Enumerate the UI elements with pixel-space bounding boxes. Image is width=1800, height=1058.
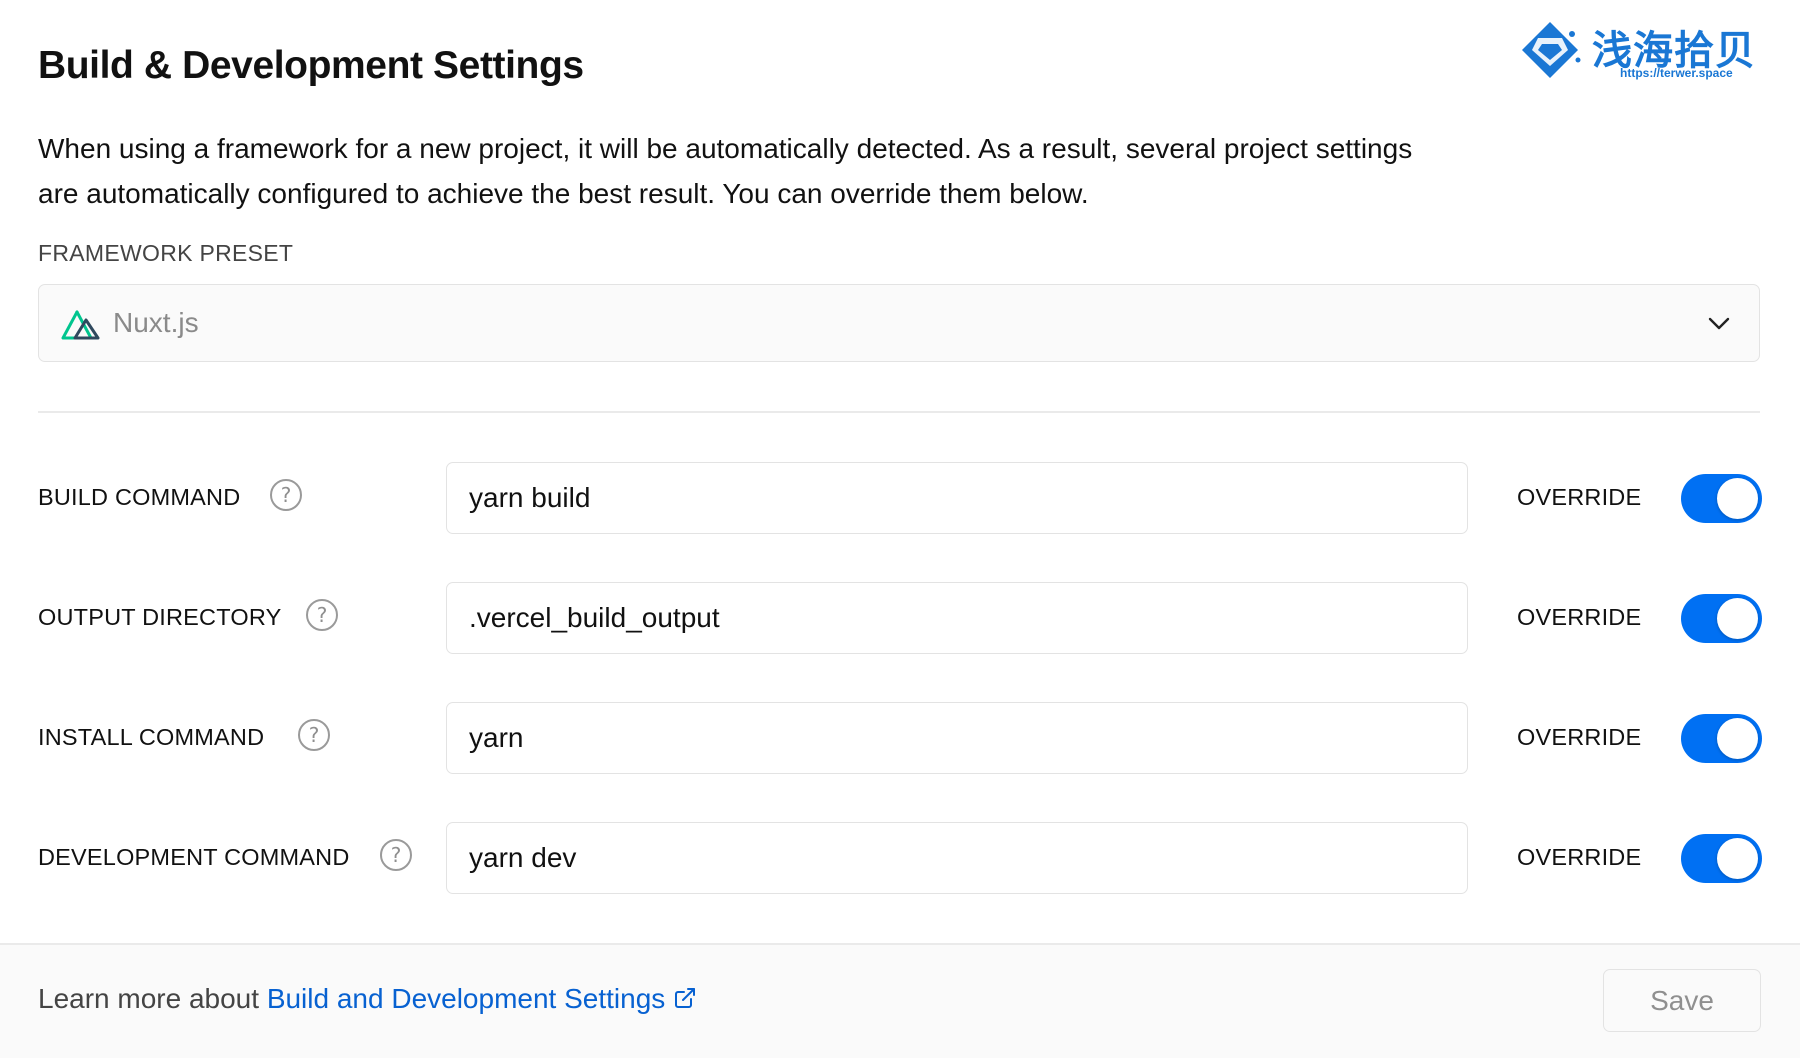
setting-row-install-command: INSTALL COMMAND ? OVERRIDE — [38, 702, 1762, 774]
watermark-logo-icon — [1522, 22, 1581, 78]
help-icon[interactable]: ? — [298, 719, 330, 751]
output-directory-override-toggle[interactable] — [1681, 594, 1762, 643]
override-label: OVERRIDE — [1517, 724, 1642, 750]
setting-row-output-directory: OUTPUT DIRECTORY ? OVERRIDE — [38, 582, 1762, 654]
build-command-override-toggle[interactable] — [1681, 474, 1762, 523]
watermark: 浅海拾贝 https://terwer.space — [1520, 18, 1790, 82]
toggle-knob — [1717, 718, 1758, 759]
toggle-knob — [1717, 478, 1758, 519]
toggle-knob — [1717, 838, 1758, 879]
development-command-input[interactable] — [446, 822, 1468, 894]
footer-prefix: Learn more about — [38, 983, 267, 1014]
watermark-url: https://terwer.space — [1620, 66, 1733, 80]
save-button[interactable]: Save — [1603, 969, 1761, 1032]
help-icon[interactable]: ? — [270, 479, 302, 511]
docs-link-label: Build and Development Settings — [266, 983, 666, 1014]
build-command-label: BUILD COMMAND — [38, 484, 241, 510]
install-command-label: INSTALL COMMAND — [38, 724, 265, 750]
override-label: OVERRIDE — [1517, 844, 1642, 870]
toggle-knob — [1717, 598, 1758, 639]
build-command-input[interactable] — [446, 462, 1468, 534]
override-label: OVERRIDE — [1517, 604, 1642, 630]
output-directory-label: OUTPUT DIRECTORY — [38, 604, 282, 630]
help-icon[interactable]: ? — [380, 839, 412, 871]
chevron-down-icon — [1708, 317, 1730, 330]
external-link-icon — [675, 988, 696, 1008]
help-icon[interactable]: ? — [306, 599, 338, 631]
footer-text: Learn more about Build and Development S… — [38, 983, 697, 1015]
setting-row-build-command: BUILD COMMAND ? OVERRIDE — [38, 462, 1762, 534]
framework-preset-label: FRAMEWORK PRESET — [38, 240, 294, 266]
install-command-override-toggle[interactable] — [1681, 714, 1762, 763]
framework-preset-select[interactable]: Nuxt.js — [38, 284, 1760, 362]
page-title: Build & Development Settings — [38, 44, 584, 87]
output-directory-input[interactable] — [446, 582, 1468, 654]
install-command-input[interactable] — [446, 702, 1468, 774]
development-command-override-toggle[interactable] — [1681, 834, 1762, 883]
framework-preset-value: Nuxt.js — [113, 307, 199, 338]
override-label: OVERRIDE — [1517, 484, 1642, 510]
docs-link[interactable]: Build and Development Settings — [267, 983, 697, 1014]
setting-row-development-command: DEVELOPMENT COMMAND ? OVERRIDE — [38, 822, 1762, 894]
development-command-label: DEVELOPMENT COMMAND — [38, 844, 350, 870]
footer: Learn more about Build and Development S… — [0, 943, 1800, 1058]
section-divider — [38, 411, 1760, 413]
page-description: When using a framework for a new project… — [38, 133, 1413, 209]
nuxt-logo-icon — [61, 310, 100, 340]
